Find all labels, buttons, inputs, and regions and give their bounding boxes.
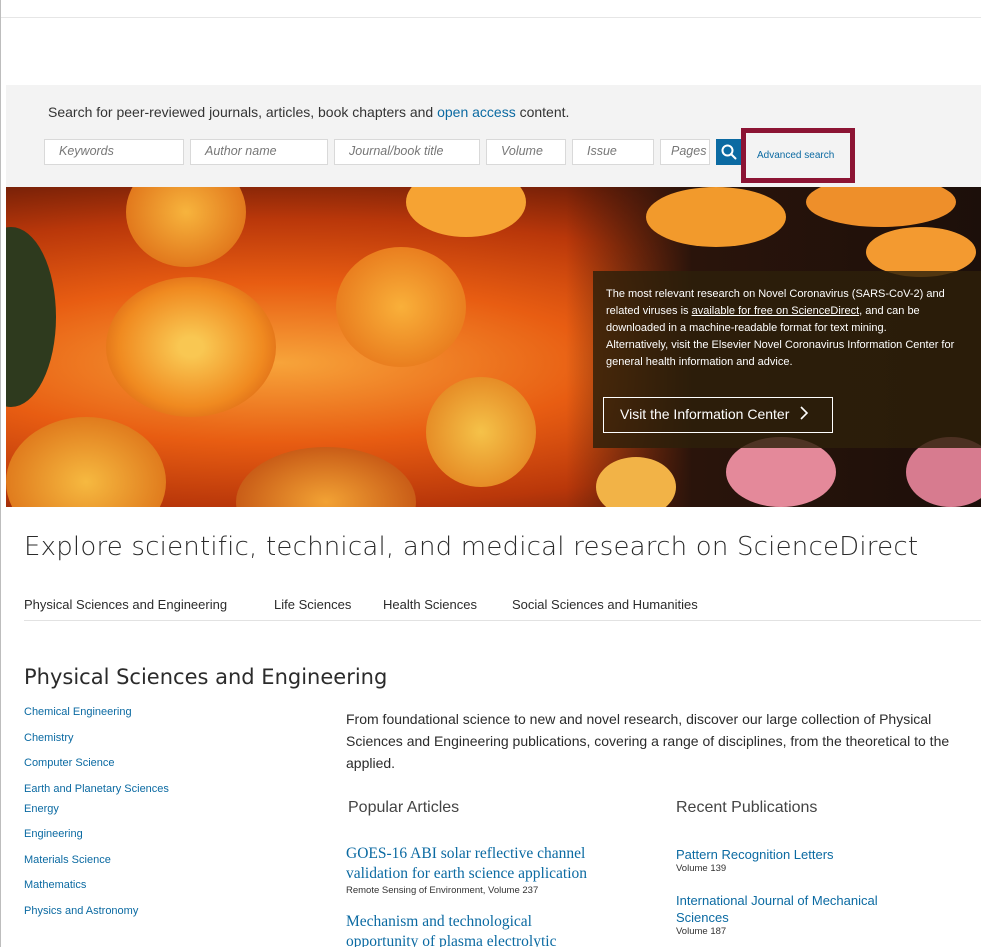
free-on-sciencedirect-link[interactable]: available for free on ScienceDirect xyxy=(692,305,860,317)
search-tagline: Search for peer-reviewed journals, artic… xyxy=(48,104,569,120)
virus-spike xyxy=(866,227,976,277)
pages-input[interactable]: Pages xyxy=(660,139,710,165)
subject-link-physics-astronomy[interactable]: Physics and Astronomy xyxy=(24,905,169,931)
hero-banner: The most relevant research on Novel Coro… xyxy=(6,187,981,507)
author-input[interactable]: Author name xyxy=(190,139,328,165)
popular-article-title[interactable]: GOES-16 ABI solar reflective channel val… xyxy=(346,844,587,884)
keywords-input[interactable]: Keywords xyxy=(44,139,184,165)
subject-link-energy[interactable]: Energy xyxy=(24,803,169,829)
recent-publication-title[interactable]: Pattern Recognition Letters xyxy=(676,846,834,863)
tab-health-sciences[interactable]: Health Sciences xyxy=(383,597,477,612)
subject-link-engineering[interactable]: Engineering xyxy=(24,828,169,854)
subject-link-materials-science[interactable]: Materials Science xyxy=(24,854,169,880)
popular-articles-heading: Popular Articles xyxy=(348,799,460,816)
browser-top-bar xyxy=(0,0,981,18)
window-left-border xyxy=(0,0,1,947)
tab-life-sciences[interactable]: Life Sciences xyxy=(274,597,351,612)
virus-spike xyxy=(106,277,276,417)
chevron-right-icon xyxy=(800,406,809,420)
volume-input[interactable]: Volume xyxy=(486,139,566,165)
virus-spike xyxy=(236,447,416,507)
coronavirus-info-text: The most relevant research on Novel Coro… xyxy=(606,286,976,371)
discipline-tabs: Physical Sciences and Engineering Life S… xyxy=(24,597,981,621)
section-intro: From foundational science to new and nov… xyxy=(346,711,950,771)
virus-spike xyxy=(126,187,246,267)
virus-spike xyxy=(6,227,56,407)
popular-article-meta: Remote Sensing of Environment, Volume 23… xyxy=(346,885,539,896)
button-label: Visit the Information Center xyxy=(620,406,790,422)
virus-spike xyxy=(426,377,536,487)
recent-publications-heading: Recent Publications xyxy=(676,799,818,816)
popular-article-title[interactable]: Mechanism and technological opportunity … xyxy=(346,912,556,947)
coronavirus-info-panel: The most relevant research on Novel Coro… xyxy=(593,271,981,448)
subject-list: Chemical Engineering Chemistry Computer … xyxy=(24,706,169,930)
tagline-suffix: content. xyxy=(515,104,570,120)
subject-link-chemical-engineering[interactable]: Chemical Engineering xyxy=(24,706,169,732)
virus-spike xyxy=(646,187,786,247)
subject-link-chemistry[interactable]: Chemistry xyxy=(24,732,169,758)
section-title: Physical Sciences and Engineering xyxy=(24,665,388,689)
issue-input[interactable]: Issue xyxy=(572,139,654,165)
subject-link-computer-science[interactable]: Computer Science xyxy=(24,757,169,783)
recent-publication-volume: Volume 187 xyxy=(676,926,727,937)
virus-spike xyxy=(336,247,466,367)
recent-publication-volume: Volume 139 xyxy=(676,863,727,874)
visit-information-center-button[interactable]: Visit the Information Center xyxy=(603,397,833,433)
subject-link-mathematics[interactable]: Mathematics xyxy=(24,879,169,905)
explore-heading: Explore scientific, technical, and medic… xyxy=(24,532,919,562)
search-icon xyxy=(721,144,737,160)
open-access-link[interactable]: open access xyxy=(437,104,516,120)
virus-spike xyxy=(6,417,166,507)
tab-physical-sciences[interactable]: Physical Sciences and Engineering xyxy=(24,597,227,612)
search-button[interactable] xyxy=(716,139,742,165)
recent-publication-title[interactable]: International Journal of Mechanical Scie… xyxy=(676,892,878,926)
tab-social-sciences[interactable]: Social Sciences and Humanities xyxy=(512,597,698,612)
journal-title-input[interactable]: Journal/book title xyxy=(334,139,480,165)
subject-link-earth-planetary[interactable]: Earth and Planetary Sciences xyxy=(24,783,169,803)
tagline-text: Search for peer-reviewed journals, artic… xyxy=(48,104,438,120)
virus-spike xyxy=(406,187,526,237)
advanced-search-highlight xyxy=(741,128,855,183)
